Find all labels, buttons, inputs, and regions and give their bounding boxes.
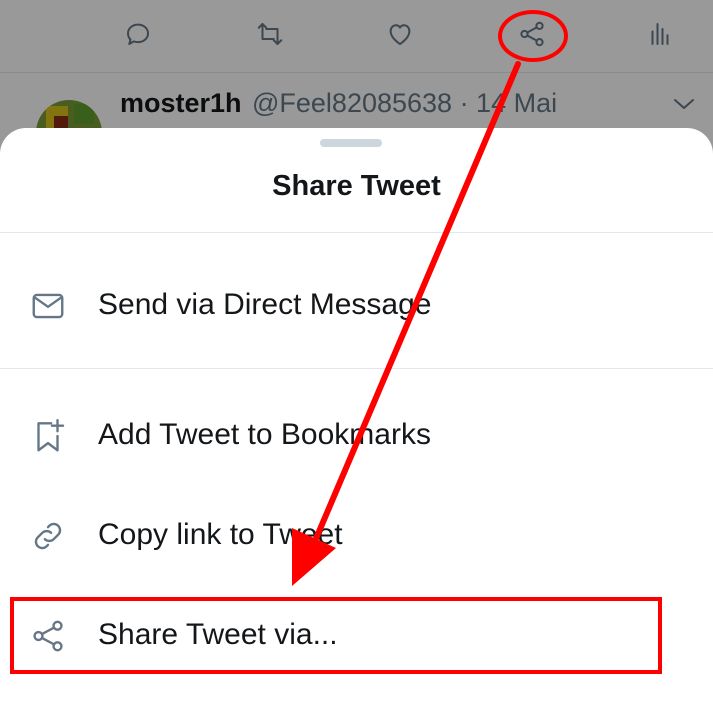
menu-item-label: Copy link to Tweet: [98, 518, 343, 551]
menu-item-direct-message[interactable]: Send via Direct Message: [0, 266, 713, 346]
bookmark-add-icon: [28, 416, 68, 456]
sheet-grabber[interactable]: [320, 139, 382, 147]
annotation-circle: [498, 10, 568, 62]
menu-item-label: Send via Direct Message: [98, 288, 432, 321]
sheet-title: Share Tweet: [272, 170, 441, 202]
divider: [0, 368, 713, 369]
divider: [0, 232, 713, 233]
link-icon: [28, 516, 68, 556]
menu-item-copy-link[interactable]: Copy link to Tweet: [0, 496, 713, 576]
annotation-highlight-box: [10, 597, 662, 674]
mail-icon: [28, 286, 68, 326]
menu-item-bookmark[interactable]: Add Tweet to Bookmarks: [0, 396, 713, 476]
menu-item-label: Add Tweet to Bookmarks: [98, 418, 431, 451]
